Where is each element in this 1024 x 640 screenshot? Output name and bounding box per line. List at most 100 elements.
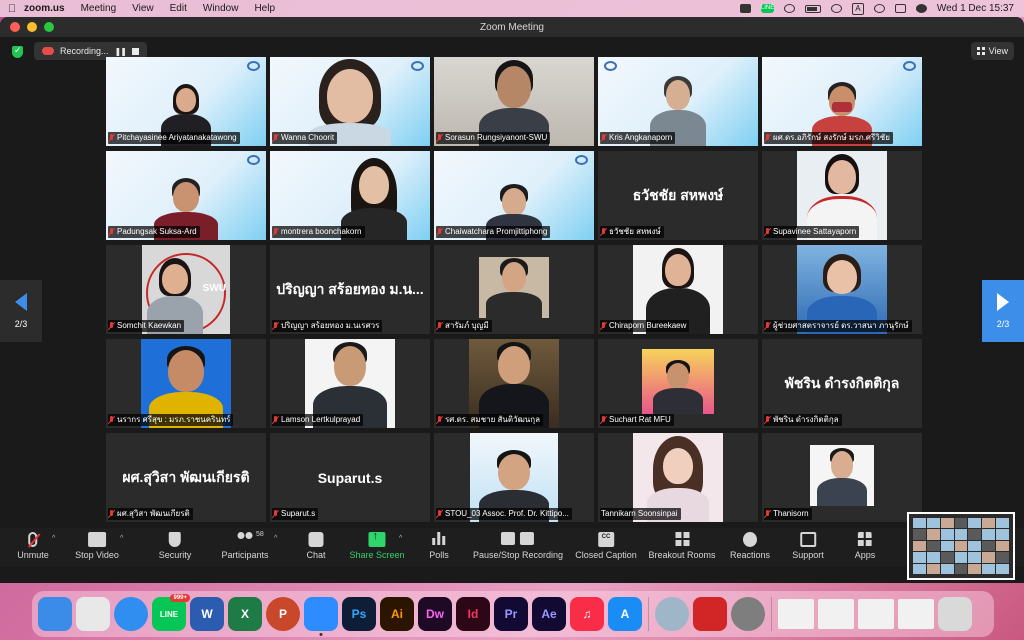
apps-button[interactable]: Apps <box>855 532 875 560</box>
breakout-rooms-icon <box>675 532 689 547</box>
battery-icon[interactable] <box>804 4 821 13</box>
participant-tile[interactable]: montrera boonchakorn <box>270 151 430 240</box>
participant-tile[interactable]: Chiraporn Bureekaew <box>598 245 758 334</box>
encryption-shield-icon[interactable] <box>12 45 23 58</box>
stop-video-button[interactable]: Stop Video <box>75 532 119 560</box>
stop-recording-icon[interactable] <box>131 47 139 55</box>
app-store-icon[interactable]: A <box>608 597 642 631</box>
minimized-window-thumbnail[interactable] <box>778 599 814 629</box>
video-options-caret[interactable]: ^ <box>120 535 123 542</box>
menu-app-name[interactable]: zoom.us <box>24 3 65 14</box>
line-icon[interactable]: LINE <box>760 4 774 13</box>
next-page-button[interactable]: 2/3 <box>982 280 1024 342</box>
menu-meeting[interactable]: Meeting <box>81 3 117 14</box>
share-screen-button[interactable]: Share Screen <box>349 530 404 560</box>
menu-window[interactable]: Window <box>203 3 239 14</box>
cast-icon[interactable] <box>783 4 795 13</box>
conference-logo-icon <box>247 61 260 71</box>
security-button[interactable]: Security <box>159 532 191 560</box>
participant-tile[interactable]: สารัมภ์ บุญมี <box>434 245 594 334</box>
chat-button[interactable]: Chat <box>306 532 326 560</box>
control-center-icon[interactable] <box>894 4 906 13</box>
audio-options-caret[interactable]: ^ <box>52 535 55 542</box>
participant-tile[interactable]: Wanna Choorit <box>270 57 430 146</box>
menu-edit[interactable]: Edit <box>170 3 187 14</box>
reactions-button[interactable]: Reactions <box>730 532 770 560</box>
line-app-icon[interactable]: LINE 999+ <box>152 594 190 631</box>
view-button[interactable]: View <box>970 42 1014 60</box>
zoom-icon[interactable] <box>304 597 338 636</box>
minimized-window-thumbnail[interactable] <box>818 599 854 629</box>
pause-recording-icon[interactable]: ❚❚ <box>115 47 127 56</box>
launchpad-icon[interactable] <box>76 597 110 631</box>
participant-tile[interactable]: Pitchayasinee Ariyatanakatawong <box>106 57 266 146</box>
participant-tile[interactable]: ธวัชชัย สหพงษ์ ธวัชชัย สหพงษ์ <box>598 151 758 240</box>
share-options-caret[interactable]: ^ <box>399 535 402 542</box>
muted-mic-icon <box>437 416 443 424</box>
participant-tile[interactable]: รศ.ดร. สมชาย สันติวัฒนกุล <box>434 339 594 428</box>
menu-view[interactable]: View <box>132 3 154 14</box>
participant-tile[interactable]: Suparut.s Suparut.s <box>270 433 430 522</box>
previous-page-button[interactable]: 2/3 <box>0 280 42 342</box>
closed-caption-button[interactable]: CC Closed Caption <box>575 532 637 560</box>
after-effects-icon[interactable]: Ae <box>532 597 566 631</box>
siri-icon[interactable] <box>915 4 927 13</box>
participant-name-tag: Suchart Rat MFU <box>600 414 674 426</box>
participant-tile[interactable]: ผศ.ดร.อภิรักษ์ สงรักษ์ มรภ.ศรีวิชัย <box>762 57 922 146</box>
unmute-button[interactable]: Unmute <box>17 532 49 560</box>
music-icon[interactable]: ♫ <box>570 597 604 631</box>
minimized-window-thumbnail[interactable] <box>858 599 894 629</box>
participant-tile[interactable]: SWU Somchit Kaewkan <box>106 245 266 334</box>
illustrator-icon[interactable]: Ai <box>380 597 414 631</box>
menu-clock[interactable]: Wed 1 Dec 15:37 <box>937 3 1014 14</box>
word-icon[interactable]: W <box>190 597 224 631</box>
participant-tile[interactable]: Supavinee Sattayaporn <box>762 151 922 240</box>
breakout-rooms-button[interactable]: Breakout Rooms <box>648 532 716 560</box>
safari-icon[interactable] <box>114 597 148 631</box>
participant-tile[interactable]: Lamson Lertkulprayad <box>270 339 430 428</box>
indesign-icon[interactable]: Id <box>456 597 490 631</box>
participant-tile[interactable]: ปริญญา สร้อยทอง ม.น... ปริญญา สร้อยทอง ม… <box>270 245 430 334</box>
input-a-icon[interactable]: A <box>851 2 864 15</box>
apple-icon[interactable]:  <box>0 3 24 15</box>
participant-tile[interactable]: Tannikarn Soonsinpai <box>598 433 758 522</box>
minimized-window-thumbnail[interactable] <box>898 599 934 629</box>
premiere-icon[interactable]: Pr <box>494 597 528 631</box>
excel-icon[interactable]: X <box>228 597 262 631</box>
participant-name-tag: Sorasun Rungsiyanont-SWU <box>436 132 551 144</box>
participants-button[interactable]: 58 Participants <box>221 531 268 560</box>
finder-icon[interactable] <box>38 597 72 631</box>
participant-tile[interactable]: Suchart Rat MFU <box>598 339 758 428</box>
participant-tile[interactable]: Sorasun Rungsiyanont-SWU <box>434 57 594 146</box>
muted-mic-icon <box>273 510 279 518</box>
dreamweaver-icon[interactable]: Dw <box>418 597 452 631</box>
participant-tile[interactable]: ผศ.สุวิสา พัฒนเกียรติ ผศ.สุวิสา พัฒนเกีย… <box>106 433 266 522</box>
quicktime-icon[interactable] <box>655 597 689 631</box>
system-preferences-icon[interactable] <box>731 597 765 631</box>
wifi-icon[interactable] <box>830 4 842 13</box>
menu-help[interactable]: Help <box>254 3 275 14</box>
unread-badge: 999+ <box>170 594 190 602</box>
window-titlebar: Zoom Meeting <box>0 17 1024 37</box>
participant-tile[interactable]: นรากร ศรีสุข : มรภ.ราชนครินทร์ <box>106 339 266 428</box>
polls-button[interactable]: Polls <box>429 532 449 560</box>
support-button[interactable]: Support <box>792 532 824 560</box>
participant-tile[interactable]: Thanisorn <box>762 433 922 522</box>
muted-mic-icon <box>437 510 443 518</box>
meeting-thumbnail-preview[interactable] <box>907 512 1015 580</box>
powerpoint-icon[interactable]: P <box>266 597 300 631</box>
participant-tile[interactable]: Padungsak Suksa-Ard <box>106 151 266 240</box>
acrobat-icon[interactable] <box>693 597 727 631</box>
participant-tile[interactable]: Chaiwatchara Promjittiphong <box>434 151 594 240</box>
participant-name-tag: นรากร ศรีสุข : มรภ.ราชนครินทร์ <box>108 414 234 426</box>
photoshop-icon[interactable]: Ps <box>342 597 376 631</box>
participant-tile[interactable]: ผู้ช่วยศาสตราจารย์ ดร.วาสนา ภานุรักษ์ <box>762 245 922 334</box>
trash-icon[interactable] <box>938 597 972 631</box>
search-icon[interactable] <box>873 4 885 13</box>
participant-tile[interactable]: STOU_03 Assoc. Prof. Dr. Kittipo... <box>434 433 594 522</box>
pause-stop-recording-button[interactable]: Pause/Stop Recording <box>473 532 563 560</box>
participants-options-caret[interactable]: ^ <box>274 535 277 542</box>
video-icon[interactable] <box>739 4 751 13</box>
participant-tile[interactable]: Kris Angkanaporn <box>598 57 758 146</box>
participant-tile[interactable]: พัชริน ดำรงกิตติกุล พัชริน ดำรงกิตติกุล <box>762 339 922 428</box>
